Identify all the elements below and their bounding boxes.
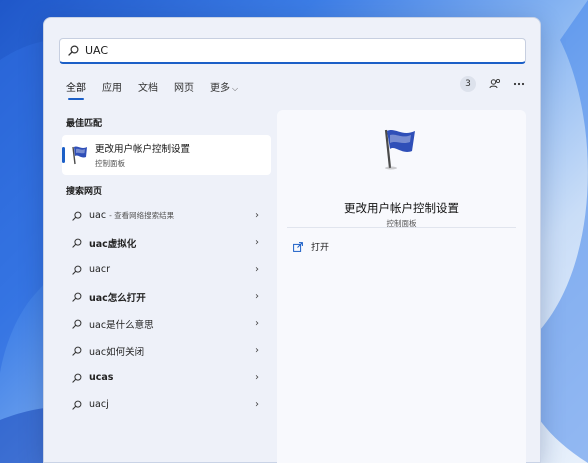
tab-more-label: 更多 bbox=[210, 83, 230, 94]
chevron-right-icon: › bbox=[255, 372, 259, 383]
web-result-label: ucas bbox=[89, 372, 114, 383]
toolbar-right: 3 bbox=[460, 76, 526, 92]
chevron-right-icon: › bbox=[255, 399, 259, 410]
search-icon bbox=[72, 319, 82, 329]
search-box[interactable] bbox=[59, 38, 526, 64]
search-icon bbox=[72, 238, 82, 248]
tab-web[interactable]: 网页 bbox=[174, 79, 194, 98]
search-icon bbox=[72, 346, 82, 356]
web-result-uac-how-to-close[interactable]: uac如何关闭 › bbox=[62, 337, 271, 364]
web-result-label: uac如何关闭 bbox=[89, 346, 145, 358]
start-search-panel: 全部 应用 文档 网页 更多⌵ 3 最佳匹配 更改用户帐户控制设 bbox=[43, 17, 541, 463]
search-icon bbox=[72, 211, 82, 221]
web-result-label: uac虚拟化 bbox=[89, 238, 137, 250]
web-results-list: uac - 查看网络搜索结果 › uac虚拟化 › uacr › uac怎么打开… bbox=[62, 202, 271, 418]
more-options-icon[interactable] bbox=[512, 77, 526, 91]
web-result-label: uac bbox=[89, 210, 107, 221]
chevron-right-icon: › bbox=[255, 210, 259, 221]
chevron-right-icon: › bbox=[255, 264, 259, 275]
web-result-uac-virtualization[interactable]: uac虚拟化 › bbox=[62, 229, 271, 256]
web-search-heading: 搜索网页 bbox=[66, 187, 103, 197]
tab-documents-label: 文档 bbox=[138, 83, 158, 94]
web-result-label: uac怎么打开 bbox=[89, 292, 146, 304]
web-result-label: uacj bbox=[89, 399, 109, 410]
web-result-label: uac是什么意思 bbox=[89, 319, 154, 331]
best-match-result[interactable]: 更改用户帐户控制设置 控制面板 bbox=[62, 135, 271, 175]
search-icon bbox=[72, 373, 82, 383]
tab-all[interactable]: 全部 bbox=[66, 79, 86, 100]
uac-flag-icon bbox=[72, 146, 87, 165]
best-match-title: 更改用户帐户控制设置 bbox=[95, 144, 191, 155]
web-result-uac-meaning[interactable]: uac是什么意思 › bbox=[62, 310, 271, 337]
detail-title: 更改用户帐户控制设置 bbox=[344, 201, 459, 215]
open-action[interactable]: 打开 bbox=[293, 240, 329, 253]
search-icon bbox=[72, 400, 82, 410]
selection-indicator bbox=[62, 147, 65, 163]
web-result-ucas[interactable]: ucas › bbox=[62, 364, 271, 391]
chevron-right-icon: › bbox=[255, 345, 259, 356]
account-switch-icon[interactable] bbox=[488, 77, 502, 91]
web-result-uacj[interactable]: uacj › bbox=[62, 391, 271, 418]
tab-apps-label: 应用 bbox=[102, 83, 122, 94]
web-result-uacr[interactable]: uacr › bbox=[62, 256, 271, 283]
search-icon bbox=[72, 265, 82, 275]
web-result-uac[interactable]: uac - 查看网络搜索结果 › bbox=[62, 202, 271, 229]
chevron-right-icon: › bbox=[255, 237, 259, 248]
rewards-count-badge[interactable]: 3 bbox=[460, 76, 476, 92]
tab-more[interactable]: 更多 ⌵ bbox=[210, 79, 238, 98]
chevron-down-icon: ⌵ bbox=[232, 84, 239, 93]
tab-web-label: 网页 bbox=[174, 83, 194, 94]
search-filter-tabs: 全部 应用 文档 网页 更多 ⌵ bbox=[66, 79, 254, 100]
tab-apps[interactable]: 应用 bbox=[102, 79, 122, 98]
best-match-subtitle: 控制面板 bbox=[95, 159, 125, 168]
search-icon bbox=[72, 292, 82, 302]
search-input[interactable] bbox=[85, 44, 385, 57]
web-result-label: uacr bbox=[89, 264, 110, 275]
web-result-hint: - 查看网络搜索结果 bbox=[109, 211, 175, 220]
open-action-label: 打开 bbox=[311, 243, 330, 253]
best-match-heading: 最佳匹配 bbox=[66, 119, 103, 129]
uac-flag-large-icon bbox=[384, 129, 415, 170]
tab-documents[interactable]: 文档 bbox=[138, 79, 158, 98]
web-result-uac-how-to-open[interactable]: uac怎么打开 › bbox=[62, 283, 271, 310]
tab-all-label: 全部 bbox=[66, 83, 86, 94]
chevron-right-icon: › bbox=[255, 291, 259, 302]
search-icon bbox=[68, 45, 79, 56]
divider bbox=[287, 227, 516, 228]
result-detail-pane: 更改用户帐户控制设置 控制面板 打开 bbox=[277, 110, 526, 463]
chevron-right-icon: › bbox=[255, 318, 259, 329]
open-external-icon bbox=[293, 241, 303, 252]
